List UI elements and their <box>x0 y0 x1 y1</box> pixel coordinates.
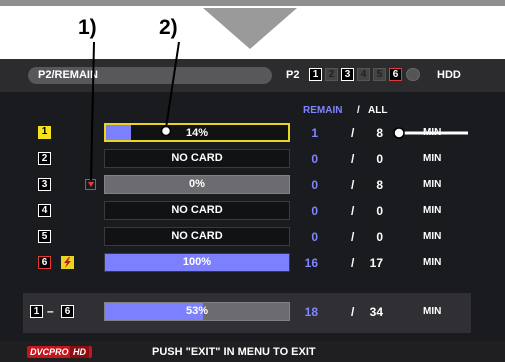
callout-leaders <box>90 41 468 181</box>
callout-1-leader <box>90 41 95 181</box>
callout-3-dot <box>393 127 405 139</box>
callout-2-leader <box>165 41 180 129</box>
callout-2-dot <box>160 125 172 137</box>
